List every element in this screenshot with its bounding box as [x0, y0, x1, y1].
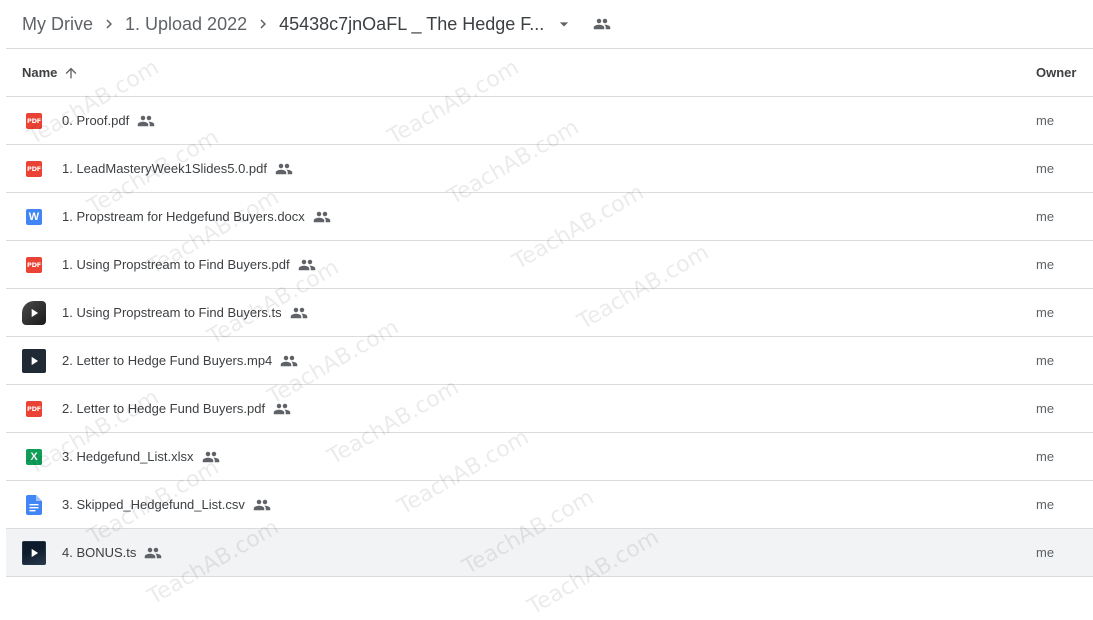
pdf-icon: PDF: [22, 109, 46, 133]
breadcrumb-current-folder[interactable]: 45438c7jnOaFL _ The Hedge F...: [279, 14, 544, 35]
file-owner: me: [1036, 545, 1055, 560]
breadcrumb-upload-2022[interactable]: 1. Upload 2022: [125, 14, 247, 35]
breadcrumb: My Drive 1. Upload 2022 45438c7jnOaFL _ …: [22, 0, 614, 48]
play-icon: [31, 548, 39, 558]
file-name: 1. Using Propstream to Find Buyers.pdf: [62, 257, 290, 272]
document-icon: [22, 493, 46, 517]
file-owner: me: [1036, 497, 1055, 512]
video-thumbnail-icon: [22, 301, 46, 325]
caret-down-icon[interactable]: [552, 12, 576, 36]
shared-people-icon: [144, 544, 162, 562]
chevron-right-icon: [251, 12, 275, 36]
table-row[interactable]: 3. Skipped_Hedgefund_List.csv me: [6, 481, 1093, 529]
chevron-right-icon: [97, 12, 121, 36]
file-owner: me: [1036, 257, 1055, 272]
table-row[interactable]: PDF 1. LeadMasteryWeek1Slides5.0.pdf me: [6, 145, 1093, 193]
shared-people-icon: [275, 160, 293, 178]
file-owner: me: [1036, 161, 1055, 176]
shared-people-icon: [290, 304, 308, 322]
file-name: 2. Letter to Hedge Fund Buyers.pdf: [62, 401, 266, 416]
sort-arrow-up-icon[interactable]: [63, 65, 79, 81]
table-row[interactable]: PDF 0. Proof.pdf me: [6, 97, 1093, 145]
breadcrumb-my-drive[interactable]: My Drive: [22, 14, 93, 35]
video-thumbnail-icon: [22, 349, 46, 373]
shared-people-icon: [313, 208, 331, 226]
file-name: 1. Using Propstream to Find Buyers.ts: [62, 305, 282, 320]
table-row[interactable]: PDF 1. Using Propstream to Find Buyers.p…: [6, 241, 1093, 289]
shared-people-icon: [298, 256, 316, 274]
shared-people-icon: [280, 352, 298, 370]
shared-folder-icon[interactable]: [590, 12, 614, 36]
file-name: 1. Propstream for Hedgefund Buyers.docx: [62, 209, 305, 224]
owner-column-label: Owner: [1036, 65, 1077, 80]
table-row[interactable]: 4. BONUS.ts me: [6, 529, 1093, 577]
file-owner: me: [1036, 353, 1055, 368]
shared-people-icon: [273, 400, 291, 418]
pdf-icon: PDF: [22, 253, 46, 277]
table-row[interactable]: 2. Letter to Hedge Fund Buyers.mp4 me: [6, 337, 1093, 385]
table-row[interactable]: W 1. Propstream for Hedgefund Buyers.doc…: [6, 193, 1093, 241]
name-column-header[interactable]: Name: [22, 49, 79, 96]
pdf-icon: PDF: [22, 157, 46, 181]
play-icon: [31, 356, 39, 366]
word-doc-icon: W: [22, 205, 46, 229]
file-name: 2. Letter to Hedge Fund Buyers.mp4: [62, 353, 273, 368]
name-column-label: Name: [22, 65, 58, 80]
file-owner: me: [1036, 113, 1055, 128]
shared-people-icon: [137, 112, 155, 130]
file-owner: me: [1036, 305, 1055, 320]
file-owner: me: [1036, 401, 1055, 416]
table-row[interactable]: PDF 2. Letter to Hedge Fund Buyers.pdf m…: [6, 385, 1093, 433]
file-list: PDF 0. Proof.pdf me PDF 1. LeadMasteryWe…: [6, 97, 1093, 577]
file-owner: me: [1036, 209, 1055, 224]
table-header: Name Owner: [6, 49, 1093, 97]
file-name: 4. BONUS.ts: [62, 545, 137, 560]
file-owner: me: [1036, 449, 1055, 464]
pdf-icon: PDF: [22, 397, 46, 421]
owner-column-header[interactable]: Owner: [1036, 49, 1076, 96]
shared-people-icon: [253, 496, 271, 514]
table-row[interactable]: X 3. Hedgefund_List.xlsx me: [6, 433, 1093, 481]
file-name: 1. LeadMasteryWeek1Slides5.0.pdf: [62, 161, 267, 176]
file-name: 0. Proof.pdf: [62, 113, 130, 128]
excel-icon: X: [22, 445, 46, 469]
file-name: 3. Skipped_Hedgefund_List.csv: [62, 497, 245, 512]
shared-people-icon: [202, 448, 220, 466]
video-thumbnail-icon: [22, 541, 46, 565]
file-name: 3. Hedgefund_List.xlsx: [62, 449, 194, 464]
table-row[interactable]: 1. Using Propstream to Find Buyers.ts me: [6, 289, 1093, 337]
play-icon: [31, 308, 39, 318]
